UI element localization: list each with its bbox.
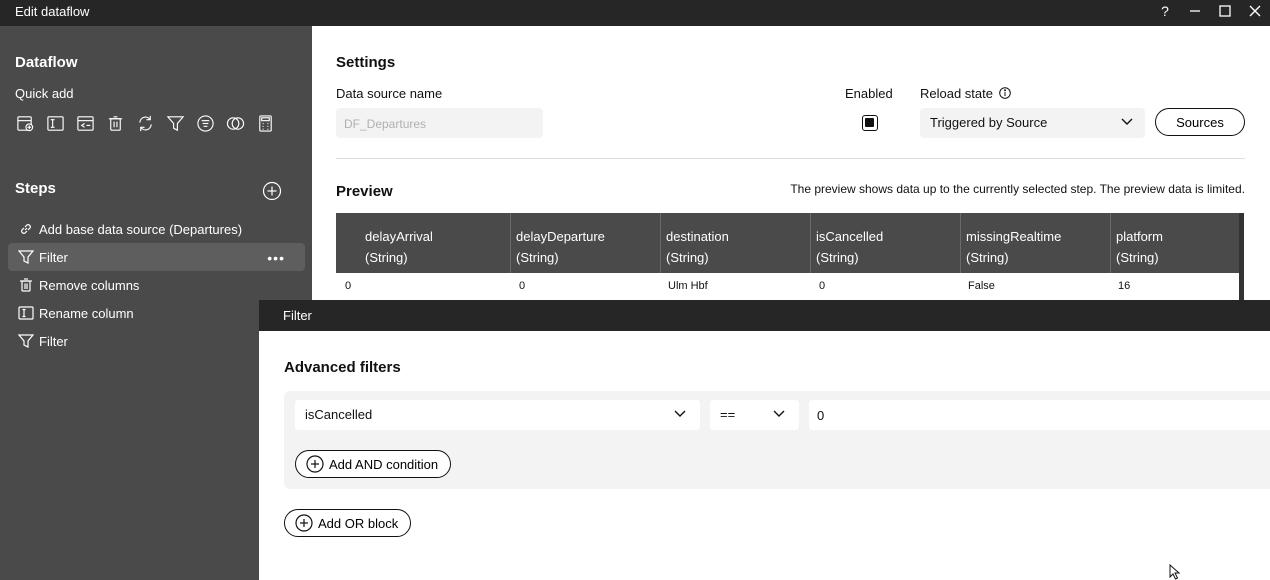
plus-circle-icon — [295, 514, 313, 532]
calculator-icon[interactable] — [255, 113, 275, 133]
delete-icon[interactable] — [105, 113, 125, 133]
rename-icon[interactable] — [45, 113, 65, 133]
step-label: Rename column — [39, 305, 134, 321]
column-header[interactable]: delayDeparture (String) — [510, 213, 660, 273]
table-cell: 0 — [345, 280, 352, 292]
chevron-down-icon — [674, 410, 686, 417]
step-label: Remove columns — [39, 277, 140, 293]
table-header: delayArrival (String) delayDeparture (Stri… — [336, 213, 1244, 273]
window-titlebar: Edit dataflow ? — [0, 0, 1270, 26]
column-header[interactable]: platform (String) — [1110, 213, 1244, 273]
operator-select-value: == — [720, 407, 736, 422]
step-item-base-source[interactable]: Add base data source (Departures) — [8, 215, 305, 243]
add-or-block-label: Add OR block — [318, 515, 399, 531]
refresh-icon[interactable] — [135, 113, 155, 133]
field-select[interactable]: isCancelled — [295, 400, 700, 430]
divider — [336, 158, 1245, 159]
step-item-remove-columns[interactable]: Remove columns — [8, 271, 305, 299]
data-source-name-label: Data source name — [336, 86, 443, 101]
add-or-block-button[interactable]: Add OR block — [284, 509, 412, 537]
sidebar-title: Dataflow — [15, 54, 78, 71]
preview-title: Preview — [336, 183, 393, 200]
table-cell: 0 — [819, 280, 826, 292]
window-title: Edit dataflow — [15, 4, 90, 19]
minimize-icon[interactable] — [1180, 0, 1210, 22]
step-item-filter-selected[interactable]: Filter ••• — [8, 243, 305, 271]
table-cell: False — [968, 280, 995, 292]
rename-icon — [18, 306, 34, 320]
chevron-down-icon — [1121, 118, 1133, 125]
enabled-label: Enabled — [845, 86, 893, 101]
mouse-cursor-icon — [1169, 563, 1183, 580]
add-and-condition-button[interactable]: Add AND condition — [295, 450, 452, 478]
and-condition-block: isCancelled == 0 Add AND condition — [284, 391, 1270, 489]
filter-icon[interactable] — [165, 113, 185, 133]
plus-circle-icon — [306, 455, 324, 473]
join-icon[interactable] — [225, 113, 245, 133]
field-select-value: isCancelled — [305, 407, 373, 422]
dialog-title: Filter — [259, 300, 1270, 331]
column-header[interactable]: destination (String) — [660, 213, 810, 273]
column-header[interactable]: delayArrival (String) — [360, 213, 510, 273]
operator-select[interactable]: == — [710, 400, 799, 430]
column-header[interactable]: isCancelled (String) — [810, 213, 960, 273]
reload-state-select[interactable]: Triggered by Source — [920, 108, 1145, 138]
value-input[interactable]: 0 — [809, 400, 1270, 430]
sources-button[interactable]: Sources — [1155, 108, 1245, 136]
calculated-icon[interactable] — [75, 113, 95, 133]
help-icon[interactable]: ? — [1150, 0, 1180, 22]
table-row[interactable]: 0 0 Ulm Hbf 0 False 16 — [336, 273, 1244, 301]
add-source-icon[interactable] — [15, 113, 35, 133]
quick-add-toolbar — [15, 113, 275, 133]
table-cell: Ulm Hbf — [668, 280, 708, 292]
reload-state-label: Reload state — [920, 86, 993, 101]
sort-icon[interactable] — [195, 113, 215, 133]
settings-title: Settings — [336, 54, 396, 71]
info-icon[interactable] — [999, 87, 1011, 102]
data-source-name-input[interactable]: DF_Departures — [336, 108, 543, 138]
link-icon — [21, 224, 31, 234]
close-icon[interactable] — [1240, 0, 1270, 22]
filter-icon — [18, 334, 34, 348]
chevron-down-icon — [773, 410, 785, 417]
column-header[interactable]: missingRealtime (String) — [960, 213, 1110, 273]
step-label: Filter — [39, 249, 68, 265]
table-scrollbar[interactable] — [1239, 213, 1244, 301]
add-step-icon[interactable] — [262, 181, 282, 201]
reload-state-value: Triggered by Source — [930, 115, 1048, 130]
step-label: Add base data source (Departures) — [39, 221, 243, 237]
preview-note: The preview shows data up to the current… — [790, 182, 1245, 196]
enabled-checkbox[interactable] — [862, 115, 878, 131]
quick-add-label: Quick add — [15, 86, 74, 101]
preview-table: delayArrival (String) delayDeparture (Stri… — [336, 213, 1244, 303]
maximize-icon[interactable] — [1210, 0, 1240, 22]
advanced-filters-heading: Advanced filters — [284, 359, 401, 376]
table-cell: 0 — [519, 280, 526, 292]
trash-icon — [20, 278, 32, 292]
more-options-icon[interactable]: ••• — [267, 250, 285, 266]
step-label: Filter — [39, 333, 68, 349]
filter-icon — [18, 250, 34, 264]
filter-dialog: Filter Advanced filters isCancelled == 0… — [259, 300, 1270, 580]
add-and-condition-label: Add AND condition — [329, 456, 439, 472]
table-cell: 16 — [1118, 280, 1131, 292]
steps-label: Steps — [15, 180, 56, 197]
